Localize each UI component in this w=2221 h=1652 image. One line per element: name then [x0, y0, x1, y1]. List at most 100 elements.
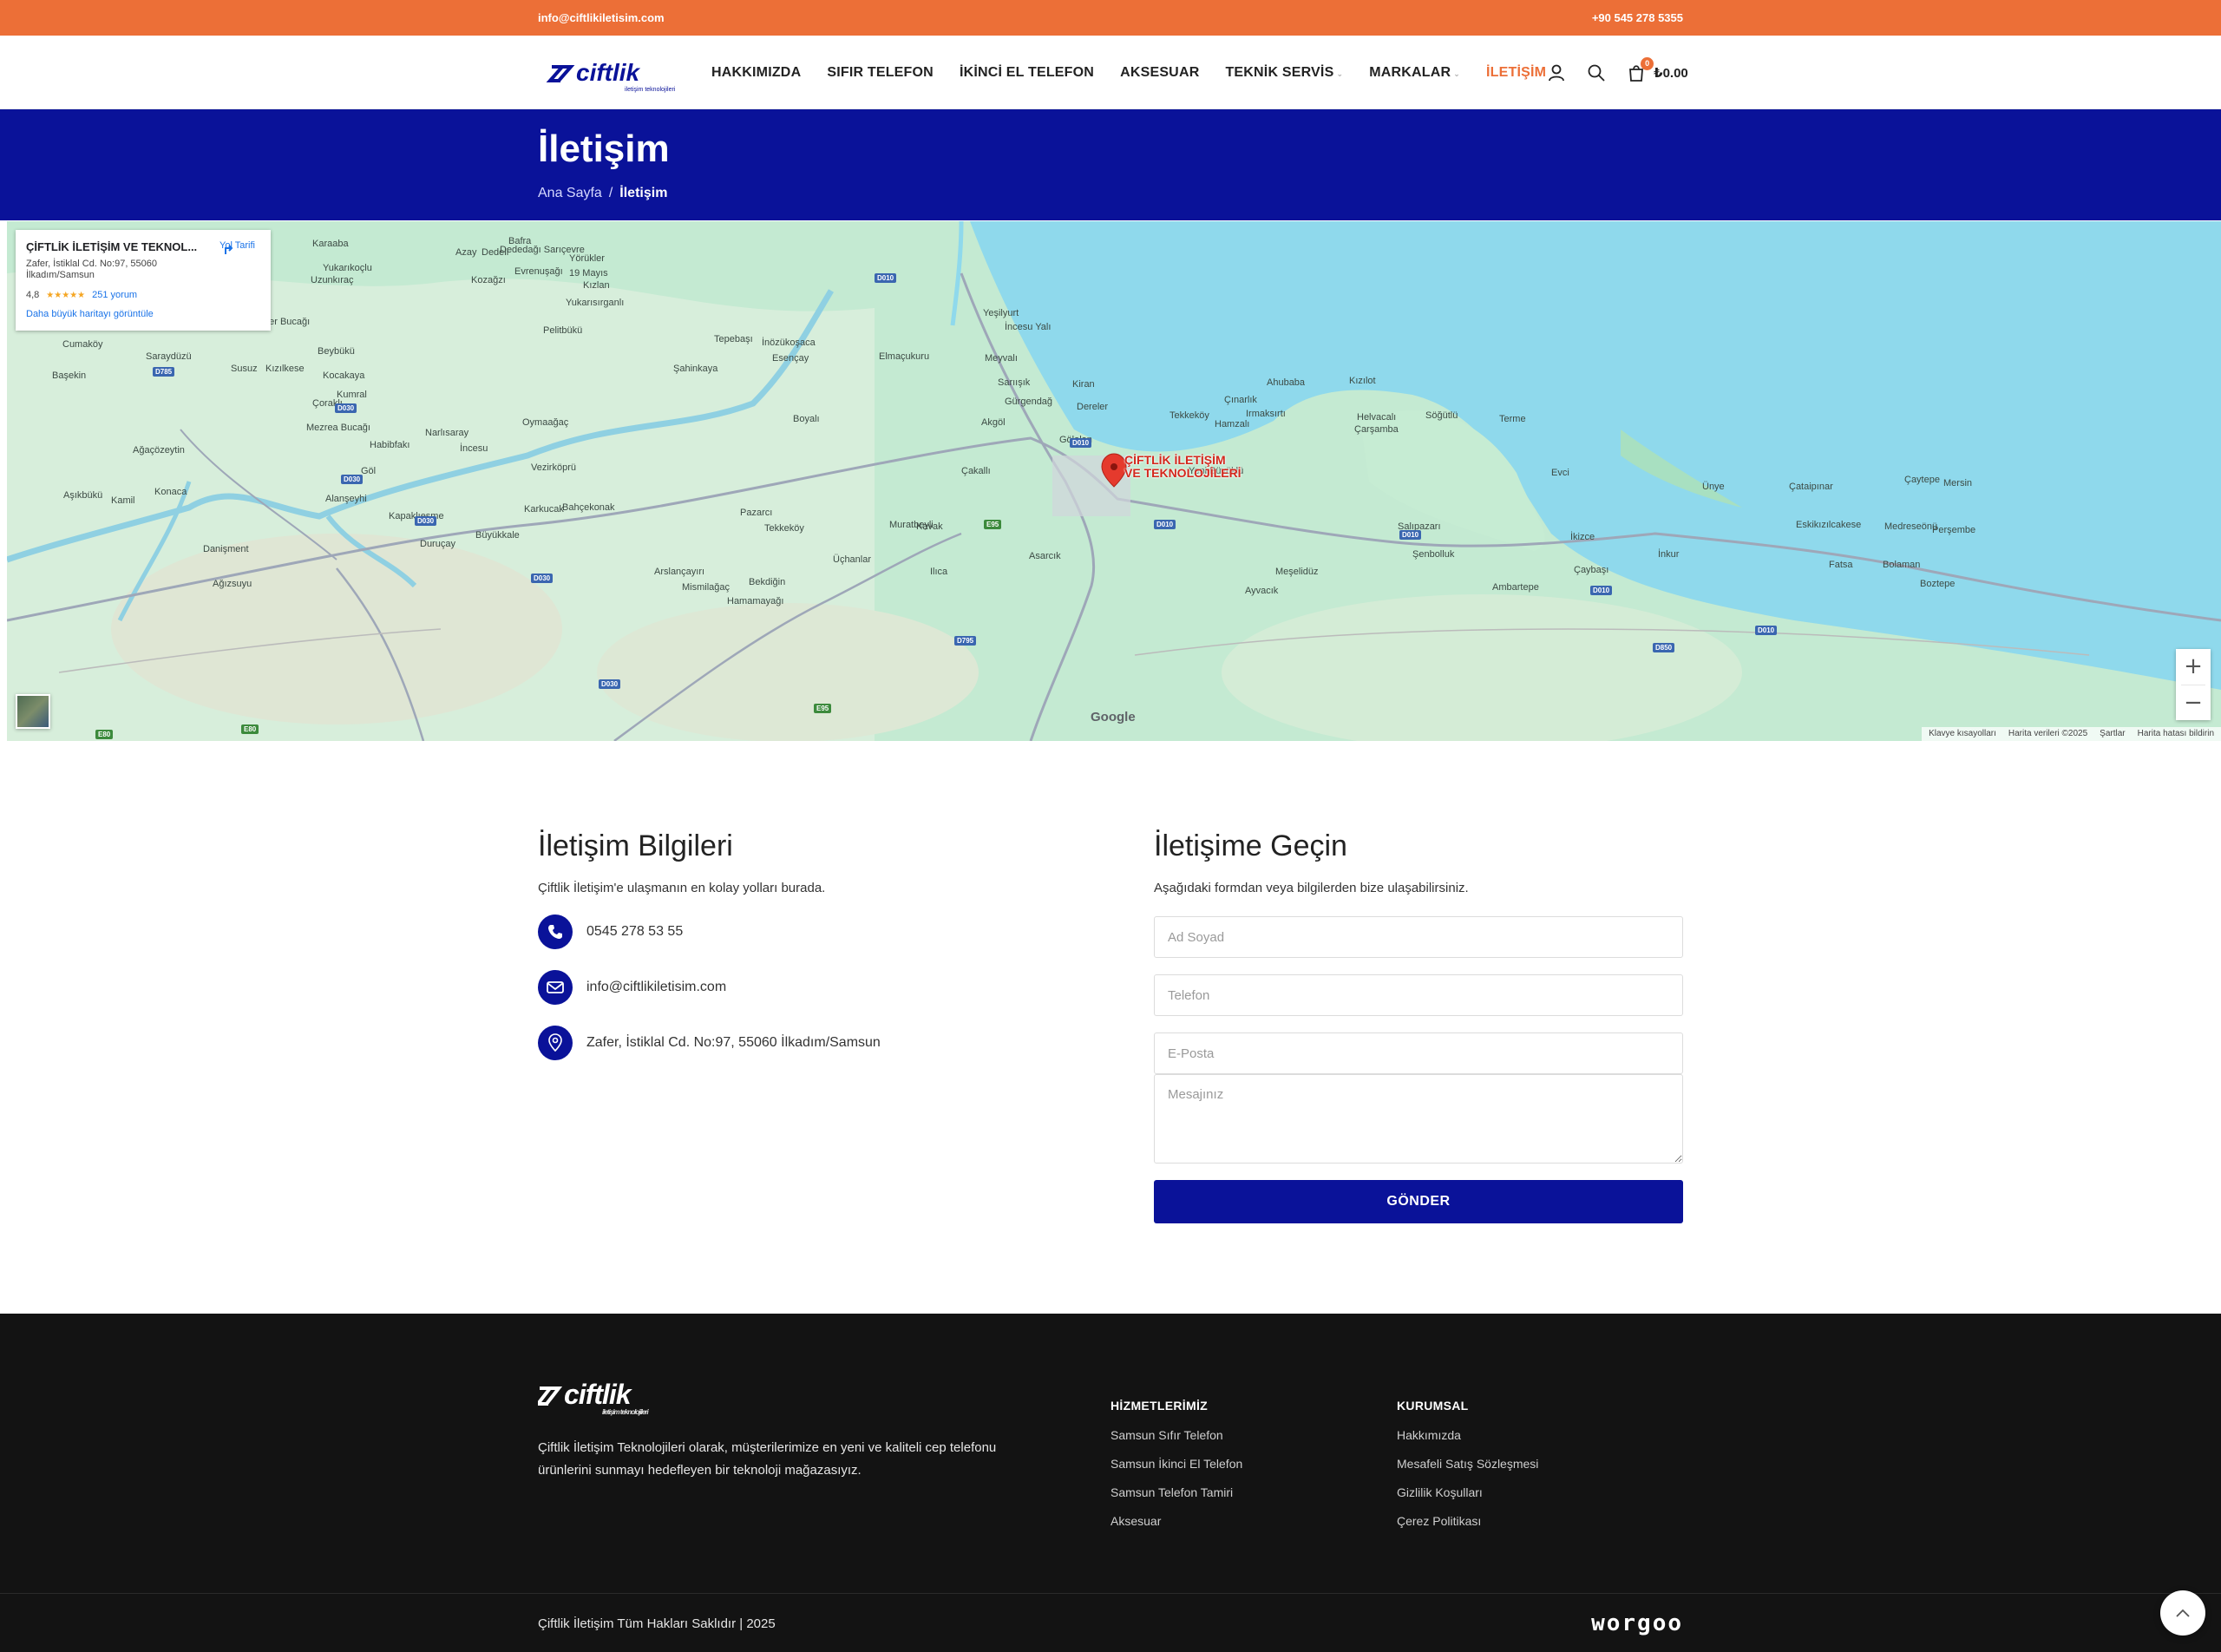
scroll-to-top-button[interactable] — [2160, 1590, 2205, 1636]
header-tools: 0 ₺0.00 — [1546, 56, 1688, 83]
map-place-label: Çaytepe — [1904, 475, 1940, 485]
contact-address-row[interactable]: Zafer, İstiklal Cd. No:97, 55060 İlkadım… — [538, 1026, 1067, 1060]
map-place-label: Ağaçözeytin — [133, 445, 185, 456]
map-place-label: Fatsa — [1829, 560, 1853, 570]
map-place-label: Perşembe — [1932, 525, 1976, 535]
footer-logo-tagline: iletişim teknolojileri — [602, 1408, 649, 1416]
map-place-label: 19 Mayıs — [569, 268, 608, 279]
directions-icon — [225, 245, 233, 254]
map-place-label: Büyükkale — [475, 530, 520, 541]
map-card-reviews-link[interactable]: 251 yorum — [92, 290, 137, 300]
nav-item-label: TEKNİK SERVİS — [1225, 64, 1334, 80]
location-pin-icon — [538, 1026, 573, 1060]
map-place-label: Bekdiğin — [749, 577, 786, 587]
footer-corporate-link[interactable]: Hakkımızda — [1397, 1428, 1683, 1442]
nav-item-label: AKSESUAR — [1120, 64, 1200, 80]
nav-item-1[interactable]: HAKKIMIZDA — [711, 65, 801, 81]
topbar-phone[interactable]: +90 545 278 5355 — [1592, 11, 1683, 24]
topbar-email[interactable]: info@ciftlikiletisim.com — [538, 11, 665, 24]
map-place-label: Aşıkbükü — [63, 490, 103, 501]
name-input[interactable] — [1154, 916, 1683, 958]
account-icon[interactable] — [1546, 62, 1567, 83]
map-place-label: Evrenuşağı — [514, 266, 563, 277]
map-report-link[interactable]: Harita hatası bildirin — [2138, 729, 2214, 739]
footer-logo-text: ciftlik — [564, 1379, 633, 1410]
map-place-label: Ambartepe — [1492, 582, 1539, 593]
mail-icon — [538, 970, 573, 1005]
nav-item-7[interactable]: İLETİŞİM — [1486, 65, 1546, 81]
contact-section: İletişim Bilgileri Çiftlik İletişim'e ul… — [0, 741, 2221, 1314]
map-larger-link[interactable]: Daha büyük haritayı görüntüle — [26, 309, 260, 319]
nav-item-2[interactable]: SIFIR TELEFON — [827, 65, 934, 81]
map-place-label: Cumaköy — [62, 339, 103, 350]
nav-item-label: HAKKIMIZDA — [711, 64, 802, 80]
map-shortcuts-link[interactable]: Klavye kısayolları — [1929, 729, 1996, 739]
contact-phone-row[interactable]: 0545 278 53 55 — [538, 914, 1067, 949]
map-place-label: Çınarlık — [1224, 395, 1257, 405]
road-badge: D795 — [954, 636, 977, 646]
map-pin-label[interactable]: ÇİFTLİK İLETİŞİM VE TEKNOLOJİLERİ — [1124, 454, 1242, 479]
map-place-label: Kızlan — [583, 280, 610, 291]
road-badge: D010 — [1154, 520, 1176, 529]
map-place-label: Kozağzı — [471, 275, 506, 285]
map-place-label: Terme — [1499, 414, 1526, 424]
map-place-label: Dereler — [1077, 402, 1109, 412]
page-title-band: İletişim Ana Sayfa / İletişim — [0, 109, 2221, 220]
map-place-label: İncesu Yalı — [1005, 322, 1052, 332]
logo-mark-icon: ciftlik iletişim teknolojileri — [546, 59, 676, 93]
map-place-label: Habibfakı — [370, 440, 410, 450]
map-place-label: Beybükü — [318, 346, 355, 357]
contact-form-heading: İletişime Geçin — [1154, 829, 1347, 862]
nav-item-3[interactable]: İKİNCİ EL TELEFON — [960, 65, 1094, 81]
cart-button[interactable]: 0 ₺0.00 — [1626, 56, 1688, 83]
map-place-label: Kamil — [111, 495, 135, 506]
map-directions-button[interactable]: Yol Tarifi — [219, 240, 255, 254]
map-place-label: Alanşeyhi — [325, 494, 367, 504]
map-place-label: Eskikızılcakese — [1796, 520, 1862, 530]
footer-corporate-heading: KURUMSAL — [1397, 1399, 1469, 1413]
footer-service-link[interactable]: Samsun Sıfır Telefon — [1110, 1428, 1397, 1442]
footer-service-link[interactable]: Samsun İkinci El Telefon — [1110, 1457, 1397, 1471]
phone-icon — [538, 914, 573, 949]
footer-logo[interactable]: ciftlik iletişim teknolojileri — [534, 1378, 1110, 1418]
road-badge: D010 — [1070, 438, 1092, 448]
map-place-label: Konaca — [154, 487, 187, 497]
email-input[interactable] — [1154, 1032, 1683, 1074]
zoom-out-button[interactable]: − — [2176, 685, 2211, 720]
map-place-label: İnözükoşaca — [762, 338, 816, 348]
footer-service-link[interactable]: Samsun Telefon Tamiri — [1110, 1485, 1397, 1499]
map-place-label: Ilıca — [930, 567, 948, 577]
map-place-label: Esençay — [772, 353, 809, 364]
nav-item-6[interactable]: MARKALAR ⌄ — [1369, 65, 1460, 81]
contact-phone: 0545 278 53 55 — [586, 924, 684, 939]
copyright-bar: Çiftlik İletişim Tüm Hakları Saklıdır | … — [0, 1593, 2221, 1652]
nav-item-5[interactable]: TEKNİK SERVİS ⌄ — [1225, 65, 1343, 81]
nav-item-4[interactable]: AKSESUAR — [1120, 65, 1199, 81]
message-textarea[interactable] — [1154, 1074, 1683, 1164]
copyright-text: Çiftlik İletişim Tüm Hakları Saklıdır | … — [538, 1616, 776, 1631]
google-map[interactable]: Karaaba Bafra Azay Dedeli Dededağı Sarıçevre… — [7, 221, 2221, 741]
map-pin-label-line1: ÇİFTLİK İLETİŞİM — [1124, 453, 1226, 467]
contact-email-row[interactable]: info@ciftlikiletisim.com — [538, 970, 1067, 1005]
map-terms-link[interactable]: Şartlar — [2100, 729, 2125, 739]
agency-logo[interactable]: worgoo — [1591, 1610, 1683, 1636]
map-data-text: Harita verileri ©2025 — [2008, 729, 2088, 738]
breadcrumb-home[interactable]: Ana Sayfa — [538, 186, 602, 201]
footer-corporate-link[interactable]: Mesafeli Satış Sözleşmesi — [1397, 1457, 1683, 1471]
map-place-label: Boyalı — [793, 414, 820, 424]
satellite-toggle-button[interactable] — [16, 694, 50, 729]
search-icon[interactable] — [1586, 62, 1607, 83]
submit-button[interactable]: GÖNDER — [1154, 1180, 1683, 1223]
map-place-label: Susuz — [231, 364, 258, 374]
contact-address: Zafer, İstiklal Cd. No:97, 55060 İlkadım… — [586, 1035, 881, 1050]
phone-input[interactable] — [1154, 974, 1683, 1016]
map-place-label: Narlısaray — [425, 428, 469, 438]
road-badge: D850 — [1653, 643, 1675, 652]
footer-corporate-link[interactable]: Gizlilik Koşulları — [1397, 1485, 1683, 1499]
zoom-in-button[interactable]: + — [2176, 649, 2211, 685]
footer-corporate-link[interactable]: Çerez Politikası — [1397, 1514, 1683, 1528]
footer-service-link[interactable]: Aksesuar — [1110, 1514, 1397, 1528]
map-place-label: Boztepe — [1920, 579, 1956, 589]
nav-item-label: SIFIR TELEFON — [827, 64, 934, 80]
site-logo[interactable]: ciftlik iletişim teknolojileri — [538, 51, 711, 95]
